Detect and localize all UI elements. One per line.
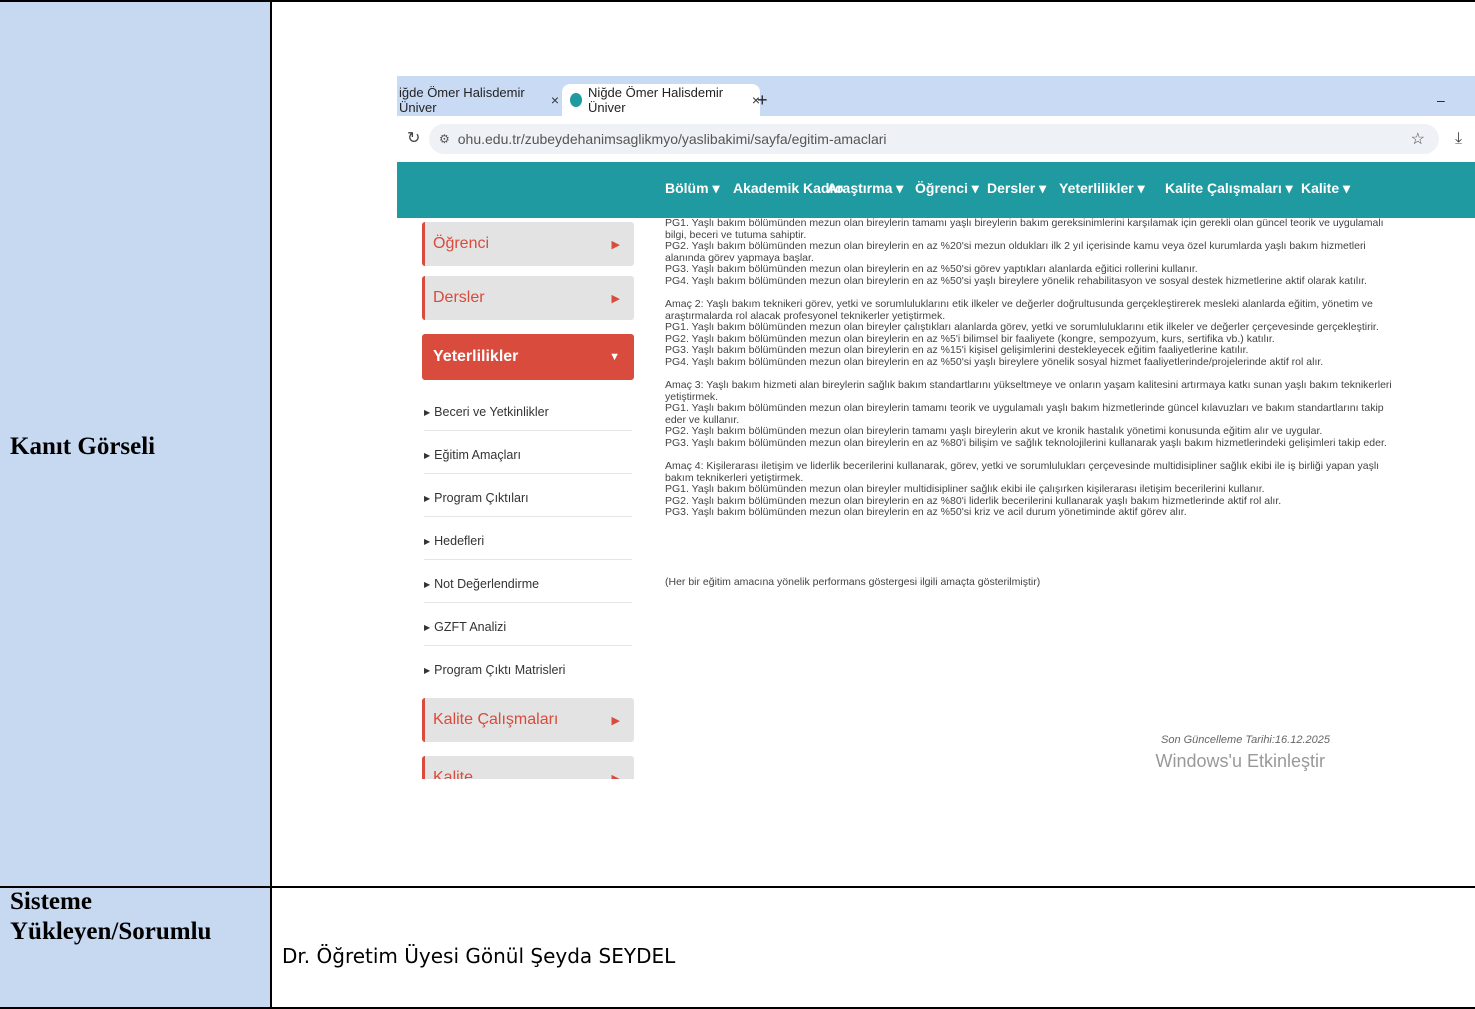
- content-line: PG3. Yaşlı bakım bölümünden mezun olan b…: [665, 263, 1198, 275]
- download-icon[interactable]: ⤓: [1455, 128, 1462, 148]
- sidebar-item-dersler[interactable]: Dersler ▶: [422, 276, 634, 320]
- url-text: ohu.edu.tr/zubeydehanimsaglikmyo/yasliba…: [457, 131, 887, 147]
- content-line: PG3. Yaşlı bakım bölümünden mezun olan b…: [665, 436, 1387, 449]
- sidebar-subitem-label: Program Çıktı Matrisleri: [434, 663, 566, 677]
- site-navbar: Bölüm ▾ Akademik Kadro Araştırma ▾ Öğren…: [397, 162, 1475, 218]
- row1-label-cell: Kanıt Görseli: [0, 2, 272, 886]
- sidebar-item-label: Dersler: [433, 289, 485, 306]
- content-line: PG4. Yaşlı bakım bölümünden mezun olan b…: [665, 274, 1367, 287]
- sidebar: Öğrenci ▶ Dersler ▶ Yeterlilikler ▼ ▶ Bec…: [397, 218, 637, 779]
- content-line: PG2. Yaşlı bakım bölümünden mezun olan b…: [665, 240, 1366, 252]
- star-icon[interactable]: ☆: [1411, 129, 1425, 149]
- caret-right-icon: ▶: [611, 238, 620, 251]
- sidebar-subitem[interactable]: ▶ GZFT Analizi: [424, 609, 632, 646]
- browser-tabbar: iğde Ömer Halisdemir Üniver × Niğde Ömer…: [397, 76, 1475, 116]
- sidebar-item-label: Öğrenci: [433, 235, 490, 252]
- sidebar-item-label: Kalite: [433, 769, 474, 779]
- new-tab-button[interactable]: +: [757, 84, 777, 116]
- sidebar-item-yeterlilikler[interactable]: Yeterlilikler ▼: [422, 334, 634, 380]
- sidebar-subitem[interactable]: ▶ Beceri ve Yetkinlikler: [424, 394, 632, 431]
- nav-yeterlilikler[interactable]: Yeterlilikler ▾: [1059, 180, 1145, 197]
- nav-kalite[interactable]: Kalite ▾: [1301, 180, 1350, 197]
- sidebar-item-label: Yeterlilikler: [433, 348, 519, 365]
- content-line: PG1. Yaşlı bakım bölümünden mezun olan b…: [665, 321, 1379, 333]
- browser-tab-2[interactable]: Niğde Ömer Halisdemir Üniver ×: [562, 84, 760, 116]
- close-icon[interactable]: ×: [551, 92, 559, 108]
- sidebar-subitem-label: Not Değerlendirme: [434, 577, 540, 591]
- sidebar-subitem-label: GZFT Analizi: [434, 620, 507, 634]
- last-updated: Son Güncelleme Tarihi:16.12.2025: [1161, 734, 1330, 746]
- content-line: Amaç 2: Yaşlı bakım teknikeri görev, yet…: [665, 298, 1373, 310]
- evidence-screenshot: iğde Ömer Halisdemir Üniver × Niğde Ömer…: [397, 76, 1475, 779]
- reload-icon[interactable]: ↻: [407, 128, 420, 147]
- content-line: Amaç 4: Kişilerarası iletişim ve liderli…: [665, 460, 1380, 472]
- sidebar-item-kalite[interactable]: Kalite ▶: [422, 756, 634, 779]
- row1-label: Kanıt Görseli: [10, 433, 156, 460]
- address-bar: ↻ ⚙ ohu.edu.tr/zubeydehanimsaglikmyo/yas…: [397, 116, 1475, 162]
- row2-label-cell: Sisteme Yükleyen/Sorumlu: [0, 888, 272, 1007]
- site-favicon-icon: [570, 93, 583, 107]
- content-note: (Her bir eğitim amacına yönelik performa…: [665, 575, 1041, 588]
- nav-bolum[interactable]: Bölüm ▾: [665, 180, 719, 197]
- minimize-button[interactable]: –: [1437, 84, 1457, 116]
- caret-right-icon: ▶: [611, 772, 620, 780]
- sidebar-subitem[interactable]: ▶ Program Çıktıları: [424, 480, 632, 517]
- responsible-person: Dr. Öğretim Üyesi Gönül Şeyda SEYDEL: [282, 944, 676, 968]
- nav-ogrenci[interactable]: Öğrenci ▾: [915, 180, 979, 197]
- row2-label: Sisteme Yükleyen/Sorumlu: [10, 888, 212, 945]
- sidebar-subitem[interactable]: ▶ Program Çıktı Matrisleri: [424, 652, 632, 688]
- site-info-icon[interactable]: ⚙: [439, 132, 450, 146]
- tab-title: Niğde Ömer Halisdemir Üniver: [588, 85, 724, 115]
- caret-right-icon: ▶: [611, 714, 620, 727]
- content-line: PG3. Yaşlı bakım bölümünden mezun olan b…: [665, 344, 1249, 356]
- content-line: PG1. Yaşlı bakım bölümünden mezun olan b…: [665, 402, 1384, 414]
- windows-activation-watermark: Windows'u Etkinleştir: [1155, 751, 1326, 771]
- caret-right-icon: ▶: [611, 292, 620, 305]
- content-line: PG2. Yaşlı bakım bölümünden mezun olan b…: [665, 425, 1323, 437]
- nav-kalite-calismalari[interactable]: Kalite Çalışmaları ▾: [1165, 180, 1293, 197]
- caret-down-icon: ▼: [609, 351, 620, 363]
- sidebar-subitem[interactable]: ▶ Not Değerlendirme: [424, 566, 632, 603]
- sidebar-subitem[interactable]: ▶ Hedefleri: [424, 523, 632, 560]
- content-line: PG1. Yaşlı bakım bölümünden mezun olan b…: [665, 217, 1384, 229]
- sidebar-subitem-label: Beceri ve Yetkinlikler: [434, 405, 549, 419]
- sidebar-subitem-label: Hedefleri: [434, 534, 485, 548]
- content-line: Amaç 3: Yaşlı bakım hizmeti alan bireyle…: [665, 379, 1392, 391]
- page-content: PG1. Yaşlı bakım bölümünden mezun olan b…: [665, 217, 1465, 588]
- content-line: PG3. Yaşlı bakım bölümünden mezun olan b…: [665, 506, 1187, 518]
- sidebar-item-label: Kalite Çalışmaları: [433, 711, 559, 728]
- content-line: PG1. Yaşlı bakım bölümünden mezun olan b…: [665, 483, 1265, 495]
- tab-title: iğde Ömer Halisdemir Üniver: [399, 85, 525, 115]
- content-line: PG4. Yaşlı bakım bölümünden mezun olan b…: [665, 355, 1324, 368]
- sidebar-subitem-label: Eğitim Amaçları: [434, 448, 521, 462]
- sidebar-subitem[interactable]: ▶ Eğitim Amaçları: [424, 437, 632, 474]
- sidebar-item-kalite-calismalari[interactable]: Kalite Çalışmaları ▶: [422, 698, 634, 742]
- sidebar-item-ogrenci[interactable]: Öğrenci ▶: [422, 222, 634, 266]
- url-field[interactable]: ⚙ ohu.edu.tr/zubeydehanimsaglikmyo/yasli…: [429, 124, 1439, 154]
- nav-dersler[interactable]: Dersler ▾: [987, 180, 1046, 197]
- nav-arastirma[interactable]: Araştırma ▾: [827, 180, 903, 197]
- sidebar-subitem-label: Program Çıktıları: [434, 491, 529, 505]
- browser-tab-1[interactable]: iğde Ömer Halisdemir Üniver ×: [397, 84, 559, 116]
